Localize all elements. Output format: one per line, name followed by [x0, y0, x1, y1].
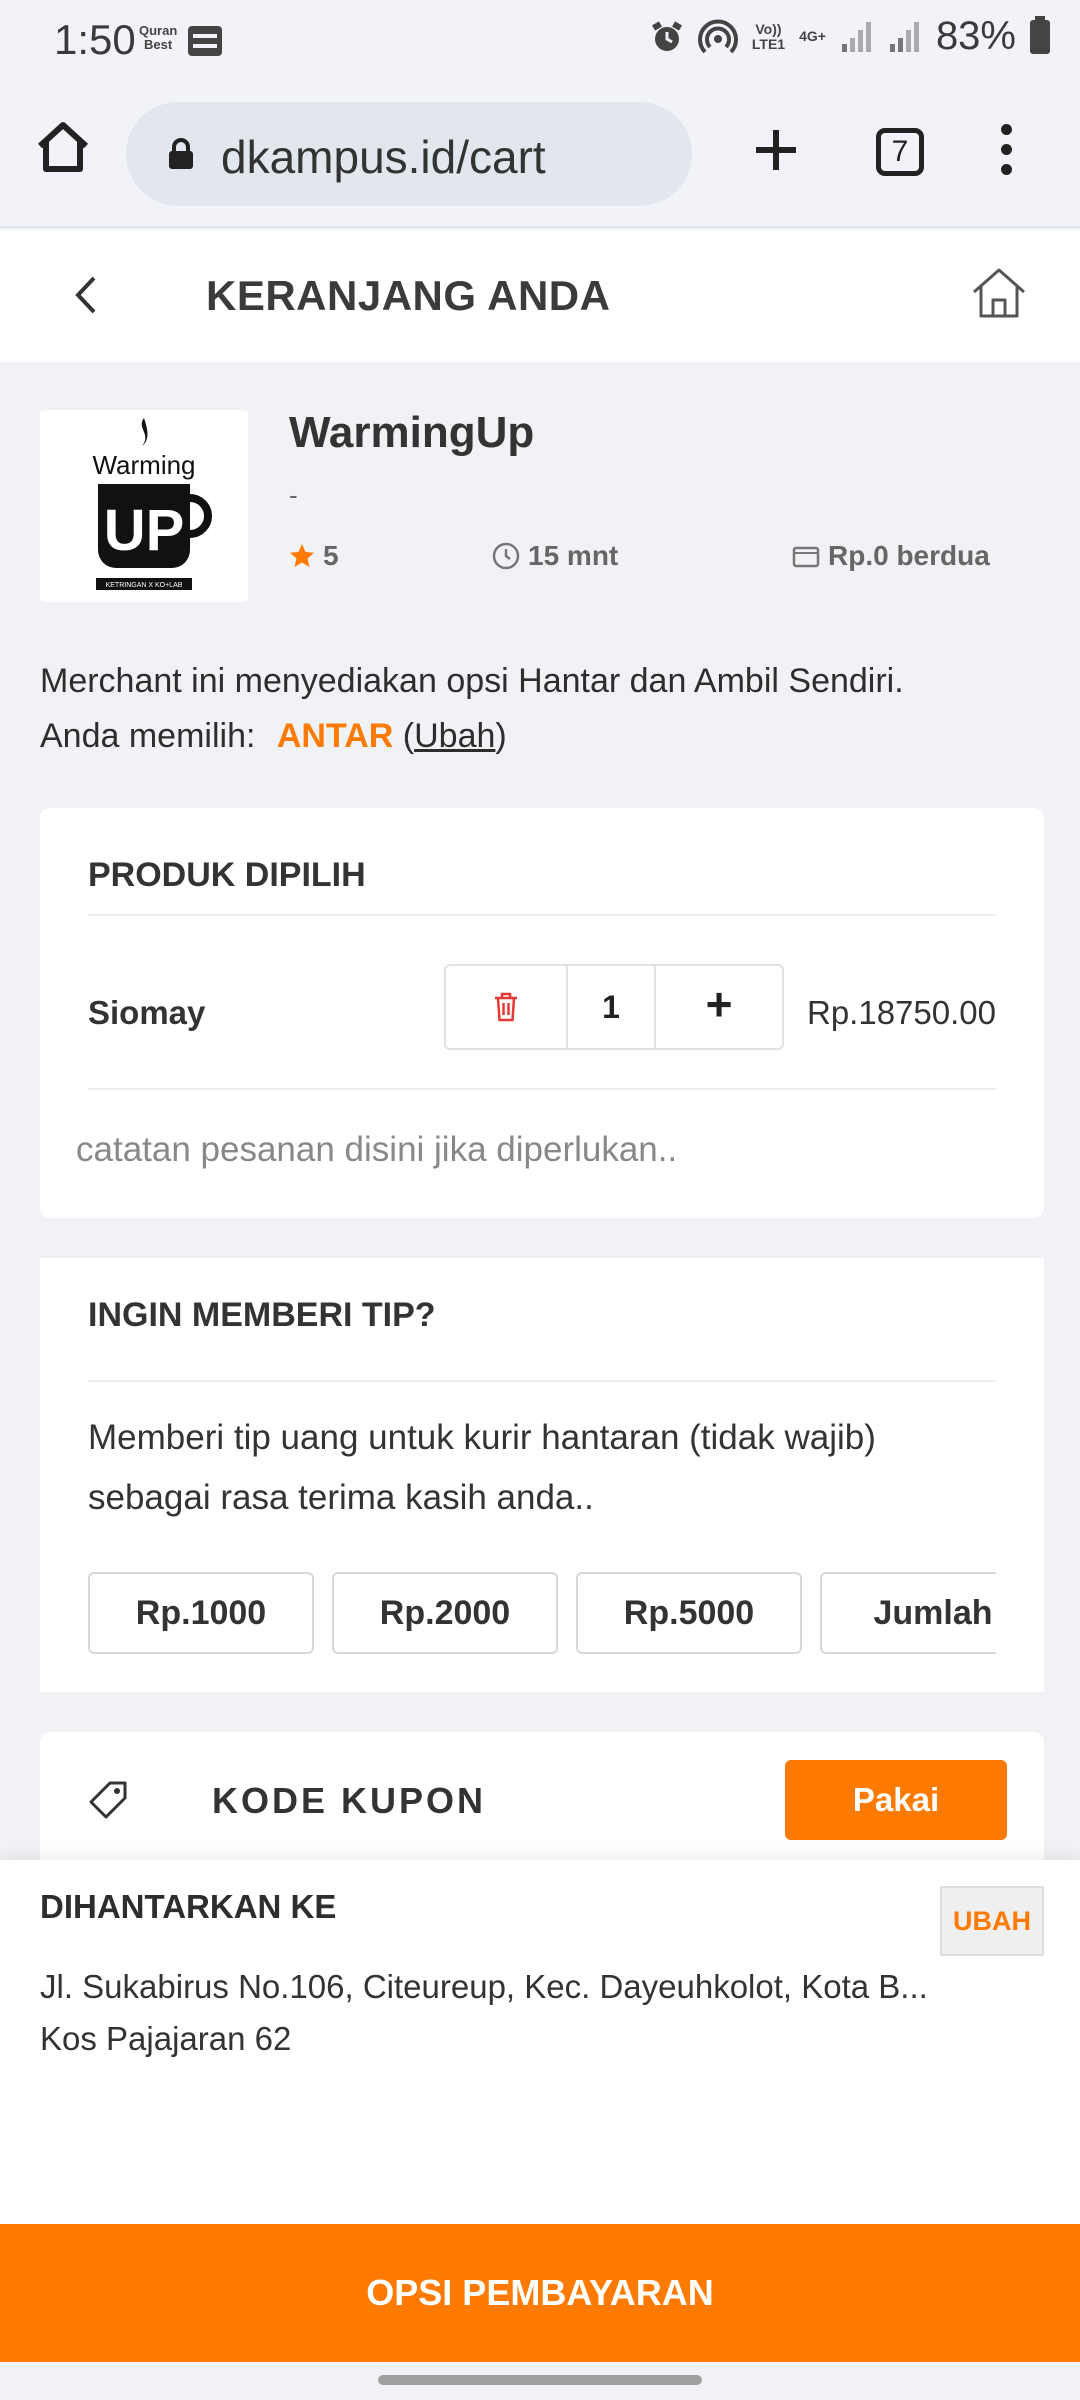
lock-icon	[169, 138, 193, 169]
delivery-title: DIHANTARKAN KE	[40, 1888, 337, 1925]
browser-menu-icon[interactable]	[990, 124, 1022, 184]
coupon-card: KODE KUPON Pakai	[40, 1732, 1044, 1872]
coupon-title: KODE KUPON	[212, 1780, 487, 1821]
apply-coupon-button[interactable]: Pakai	[785, 1760, 1007, 1840]
gesture-handle[interactable]	[378, 2375, 702, 2385]
merchant-delivery-fee: Rp.0 berdua	[792, 540, 990, 572]
tip-option-custom[interactable]: Jumlah	[820, 1572, 996, 1654]
browser-toolbar: dkampus.id/cart 7	[0, 80, 1080, 228]
divider	[88, 1380, 996, 1382]
trash-icon	[495, 992, 517, 1022]
merchant-section: Warming UP KETRINGAN X KO+LAB WarmingUp …	[0, 362, 1080, 766]
delivery-note: Kos Pajajaran 62	[40, 2020, 292, 2057]
tag-icon	[89, 1781, 127, 1819]
fee-value: Rp.0 berdua	[828, 540, 990, 571]
selected-option-line: Anda memilih: ANTAR (Ubah)	[40, 717, 507, 755]
network-type-icon: 4G+	[799, 28, 826, 44]
new-tab-icon[interactable]	[748, 122, 804, 178]
selected-option: ANTAR	[276, 717, 394, 755]
quantity-value: 1	[568, 966, 656, 1048]
merchant-subtitle: -	[289, 480, 298, 510]
merchant-logo: Warming UP KETRINGAN X KO+LAB	[40, 410, 248, 602]
delivery-address-panel: DIHANTARKAN KE UBAH Jl. Sukabirus No.106…	[0, 1860, 1080, 2224]
wallet-icon	[792, 546, 820, 568]
increase-quantity-button[interactable]: +	[656, 966, 782, 1048]
volte-icon: Vo)) LTE1	[751, 20, 786, 52]
tab-switcher-button[interactable]: 7	[876, 128, 924, 176]
status-bar: 1:50 Quran Best Vo)) LTE1 4G+ 83%	[0, 0, 1080, 80]
merchant-delivery-info: Merchant ini menyediakan opsi Hantar dan…	[40, 654, 904, 764]
delivery-address: Jl. Sukabirus No.106, Citeureup, Kec. Da…	[40, 1968, 928, 2005]
payment-options-button[interactable]: OPSI PEMBAYARAN	[0, 2224, 1080, 2362]
divider	[88, 1088, 996, 1090]
quran-app-notification-icon: Quran Best	[139, 23, 178, 52]
battery-percentage: 83%	[935, 14, 1016, 58]
merchant-rating: 5	[289, 540, 339, 572]
signal-icon	[841, 21, 871, 52]
products-title: PRODUK DIPILIH	[88, 856, 366, 894]
delivery-options-text: Merchant ini menyediakan opsi Hantar dan…	[40, 662, 904, 700]
star-icon	[290, 544, 314, 567]
merchant-name: WarmingUp	[289, 408, 535, 457]
tip-options: Rp.1000 Rp.2000 Rp.5000 Jumlah	[88, 1572, 996, 1656]
system-nav-bar	[0, 2362, 1080, 2400]
home-icon[interactable]	[968, 262, 1030, 324]
logo-text-main: UP	[104, 498, 185, 563]
logo-subtext: KETRINGAN X KO+LAB	[106, 582, 183, 589]
quantity-stepper: 1 +	[444, 964, 784, 1050]
hotspot-icon	[697, 19, 738, 53]
page-header: KERANJANG ANDA	[0, 230, 1080, 362]
selected-products-card: PRODUK DIPILIH Siomay 1 + Rp.18750.00	[40, 808, 1044, 1218]
battery-icon	[1030, 15, 1050, 54]
alarm-icon	[651, 20, 682, 51]
tip-option-5000[interactable]: Rp.5000	[576, 1572, 802, 1654]
signal-icon-2	[889, 21, 919, 52]
tip-option-2000[interactable]: Rp.2000	[332, 1572, 558, 1654]
selected-option-prefix: Anda memilih:	[40, 717, 256, 755]
order-note-input[interactable]	[40, 1098, 1044, 1202]
browser-home-icon[interactable]	[34, 118, 92, 176]
change-option-link[interactable]: Ubah	[414, 717, 495, 755]
page-title: KERANJANG ANDA	[206, 272, 611, 319]
sim-card-icon	[188, 26, 222, 56]
tip-description: Memberi tip uang untuk kurir hantaran (t…	[88, 1418, 876, 1517]
clock-icon	[492, 542, 520, 570]
rating-value: 5	[323, 540, 339, 571]
status-icons: Vo)) LTE1 4G+ 83%	[650, 14, 1050, 59]
clock: 1:50	[54, 16, 136, 63]
address-bar[interactable]: dkampus.id/cart	[126, 102, 692, 206]
logo-text-top: Warming	[92, 450, 195, 480]
back-arrow-icon[interactable]	[66, 270, 106, 320]
delete-item-button[interactable]	[446, 966, 568, 1048]
time-value: 15 mnt	[528, 540, 619, 571]
merchant-delivery-time: 15 mnt	[492, 540, 618, 572]
url-text: dkampus.id/cart	[221, 131, 546, 183]
tip-card: INGIN MEMBERI TIP? Memberi tip uang untu…	[40, 1258, 1044, 1692]
change-address-button[interactable]: UBAH	[940, 1886, 1044, 1956]
product-price: Rp.18750.00	[807, 994, 996, 1031]
tip-option-1000[interactable]: Rp.1000	[88, 1572, 314, 1654]
tip-title: INGIN MEMBERI TIP?	[88, 1296, 436, 1334]
divider	[88, 914, 996, 916]
product-name: Siomay	[88, 994, 206, 1031]
